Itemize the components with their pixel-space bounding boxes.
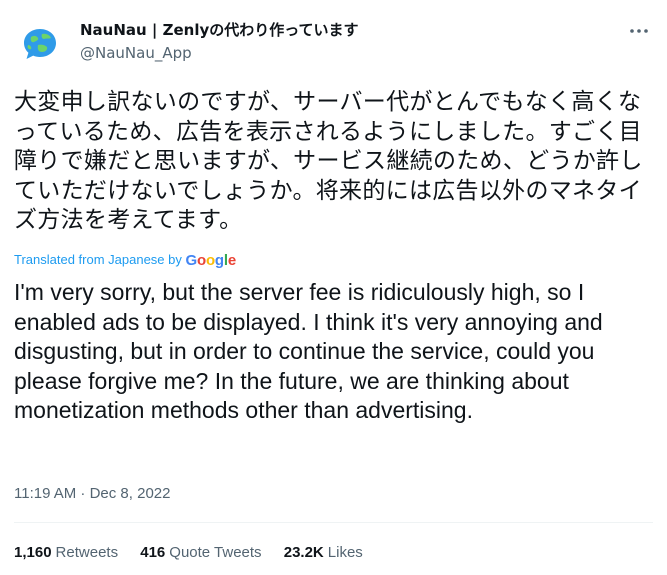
retweets-count: 1,160 [14, 544, 52, 561]
more-horizontal-icon [630, 29, 648, 33]
tweet-original-text: 大変申し訳ないのですが、サーバー代がとんでもなく高くなっているため、広告を表示さ… [14, 89, 643, 234]
likes-stat[interactable]: 23.2K Likes [284, 544, 363, 561]
likes-count: 23.2K [283, 544, 324, 561]
tweet-timestamp[interactable]: 11:19 AM · Dec 8, 2022 [14, 484, 170, 504]
avatar[interactable] [16, 20, 64, 68]
tweet-translated-text: I'm very sorry, but the server fee is ri… [14, 279, 603, 423]
likes-label: Likes [327, 544, 363, 561]
retweets-stat[interactable]: 1,160 Retweets [14, 544, 118, 561]
author-display-name[interactable]: NauNau | Zenlyの代わり作っています [80, 20, 359, 40]
quote-tweets-label: Quote Tweets [169, 544, 262, 561]
engagement-stats: 1,160 Retweets 416 Quote Tweets 23.2K Likes [14, 543, 381, 563]
globe-chat-bubble-icon [16, 20, 64, 68]
divider [14, 522, 653, 523]
translated-from-label: Translated from Japanese by [14, 252, 182, 267]
tweet-detail: NauNau | Zenlyの代わり作っています @NauNau_App 大変申… [0, 0, 667, 575]
quote-tweets-count: 416 [140, 544, 166, 561]
author-handle[interactable]: @NauNau_App [80, 43, 192, 63]
translation-attribution[interactable]: Translated from Japanese by Google [14, 251, 236, 270]
quote-tweets-stat[interactable]: 416 Quote Tweets [140, 544, 261, 561]
google-logo: Google [185, 252, 237, 269]
more-options-button[interactable] [622, 20, 656, 42]
retweets-label: Retweets [55, 544, 119, 561]
